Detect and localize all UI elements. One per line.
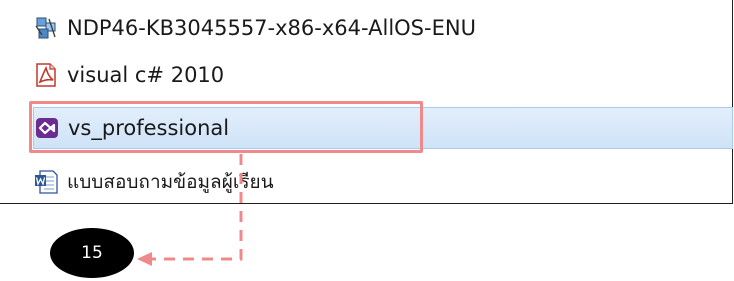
step-number: 15 (81, 243, 103, 263)
step-badge: 15 (50, 228, 134, 278)
arrow-head-icon (137, 252, 152, 266)
